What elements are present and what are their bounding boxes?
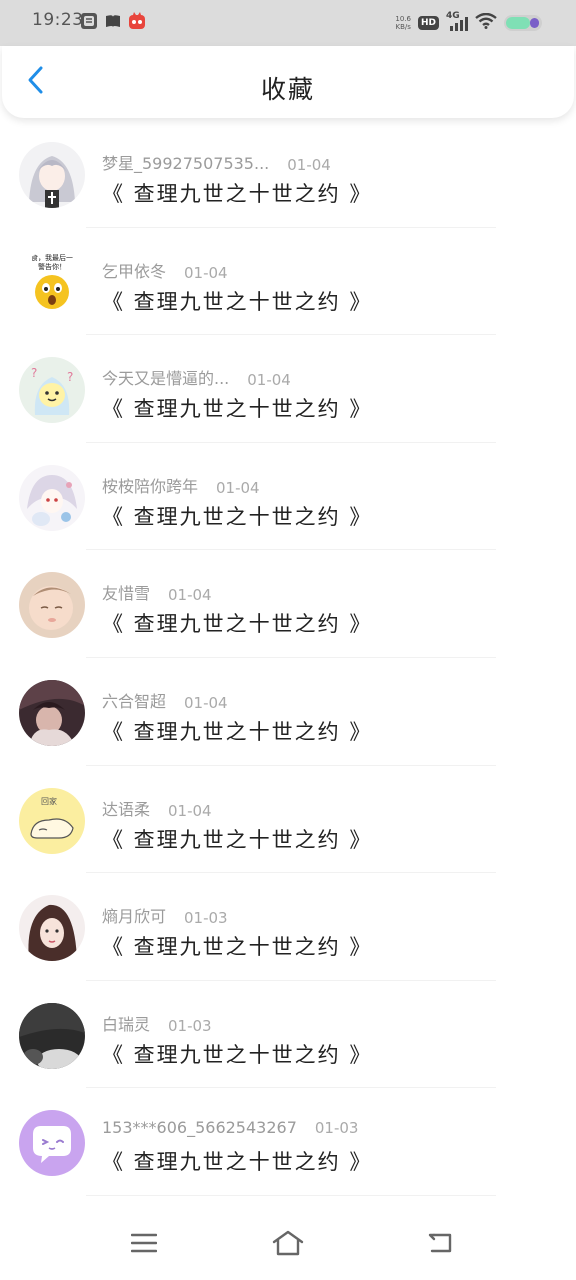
status-time: 19:23: [32, 10, 84, 30]
avatar: 食，我最后一 警告你！: [19, 249, 85, 316]
item-date: 01-04: [168, 801, 212, 820]
fox-app-icon: [128, 12, 146, 30]
book-title: 《 查理九世之十世之约 》: [102, 935, 373, 960]
user-name: 达语柔: [102, 799, 151, 819]
page-title: 收藏: [260, 75, 315, 104]
avatar-caption: 警告你！: [38, 262, 66, 271]
book-title: 《 查理九世之十世之约 》: [102, 289, 373, 314]
item-date: 01-04: [184, 693, 228, 712]
system-nav-bar: [0, 1210, 576, 1280]
list-item[interactable]: ? ? 今天又是懵逼的... 01-04 《 查理九世之十世之约 》: [0, 335, 576, 443]
list-item[interactable]: 梦星_59927507535... 01-04 《 查理九世之十世之约 》: [0, 120, 576, 228]
avatar-caption: 回家: [41, 796, 57, 806]
home-button[interactable]: [268, 1228, 308, 1262]
avatar: [19, 464, 85, 531]
avatar: [19, 679, 85, 746]
list-item[interactable]: 153***606_5662543267 01-03 《 查理九世之十世之约 》: [0, 1088, 576, 1196]
user-name: 六合智超: [102, 691, 167, 711]
item-meta: 梦星_59927507535... 01-04: [102, 150, 331, 174]
status-bar: 19:23 10.6 KB/s HD 4G: [0, 0, 576, 46]
book-title: 《 查理九世之十世之约 》: [102, 1150, 373, 1175]
network-type: 4G: [446, 11, 460, 21]
user-name: 白瑞灵: [102, 1014, 151, 1034]
book-title: 《 查理九世之十世之约 》: [102, 397, 373, 422]
home-icon: [272, 1230, 304, 1260]
avatar: 回家: [19, 787, 85, 854]
item-meta: 白瑞灵 01-03: [102, 1011, 212, 1035]
wifi-icon: [475, 12, 497, 33]
menu-button[interactable]: [124, 1228, 164, 1262]
divider: [86, 1194, 496, 1196]
book-title: 《 查理九世之十世之约 》: [102, 182, 373, 206]
avatar: [19, 1110, 85, 1177]
hd-badge: HD: [417, 16, 439, 30]
avatar: [19, 1002, 85, 1069]
item-meta: 友惜雪 01-04: [102, 580, 212, 604]
avatar: ? ?: [19, 357, 85, 424]
item-meta: 153***606_5662543267 01-03: [102, 1118, 358, 1137]
user-name: 熵月欣可: [102, 907, 167, 927]
menu-icon: [130, 1232, 158, 1258]
battery-icon: [504, 15, 542, 31]
item-meta: 熵月欣可 01-03: [102, 903, 228, 927]
user-name: 桉桉陪你跨年: [102, 476, 199, 496]
user-name: 今天又是懵逼的...: [102, 369, 230, 389]
page-header: 收藏: [2, 46, 574, 118]
item-date: 01-04: [247, 371, 291, 390]
user-name: 153***606_5662543267: [102, 1118, 297, 1138]
list-item[interactable]: 桉桉陪你跨年 01-04 《 查理九世之十世之约 》: [0, 443, 576, 551]
item-date: 01-03: [168, 1016, 212, 1035]
list-item[interactable]: 白瑞灵 01-03 《 查理九世之十世之约 》: [0, 981, 576, 1089]
book-icon: [104, 12, 122, 30]
item-date: 01-04: [216, 478, 260, 497]
avatar: [19, 142, 85, 208]
signal-icon: 4G: [446, 11, 468, 31]
avatar: [19, 572, 85, 639]
back-nav-button[interactable]: [420, 1228, 460, 1262]
book-title: 《 查理九世之十世之约 》: [102, 719, 373, 744]
book-title: 《 查理九世之十世之约 》: [102, 504, 373, 529]
item-date: 01-04: [287, 156, 331, 174]
list-item[interactable]: 友惜雪 01-04 《 查理九世之十世之约 》: [0, 550, 576, 658]
avatar-caption: 食，我最后一: [31, 253, 73, 262]
list-item[interactable]: 食，我最后一 警告你！ 乞甲依冬 01-04 《 查理九世之十世之约 》: [0, 228, 576, 336]
user-name: 乞甲依冬: [102, 261, 167, 281]
svg-text:?: ?: [31, 366, 37, 380]
user-name: 友惜雪: [102, 584, 151, 604]
app-icon-box: [80, 12, 98, 30]
book-title: 《 查理九世之十世之约 》: [102, 1042, 373, 1067]
item-date: 01-03: [184, 909, 228, 928]
list-item[interactable]: 六合智超 01-04 《 查理九世之十世之约 》: [0, 658, 576, 766]
item-meta: 今天又是懵逼的... 01-04: [102, 365, 291, 389]
item-date: 01-04: [168, 586, 212, 605]
item-date: 01-03: [314, 1119, 359, 1138]
avatar: [19, 895, 85, 962]
network-speed: 10.6 KB/s: [395, 15, 411, 31]
item-meta: 达语柔 01-04: [102, 796, 212, 820]
item-meta: 乞甲依冬 01-04: [102, 258, 228, 282]
back-icon: [426, 1231, 454, 1259]
list-item[interactable]: 熵月欣可 01-03 《 查理九世之十世之约 》: [0, 873, 576, 981]
user-name: 梦星_59927507535...: [102, 154, 270, 173]
favorites-list: 梦星_59927507535... 01-04 《 查理九世之十世之约 》 食，我…: [0, 120, 576, 1196]
svg-text:?: ?: [67, 370, 73, 384]
item-meta: 六合智超 01-04: [102, 688, 228, 712]
book-title: 《 查理九世之十世之约 》: [102, 827, 373, 852]
item-date: 01-04: [184, 263, 228, 282]
item-meta: 桉桉陪你跨年 01-04: [102, 473, 260, 497]
list-item[interactable]: 回家 达语柔 01-04 《 查理九世之十世之约 》: [0, 766, 576, 874]
book-title: 《 查理九世之十世之约 》: [102, 612, 373, 637]
